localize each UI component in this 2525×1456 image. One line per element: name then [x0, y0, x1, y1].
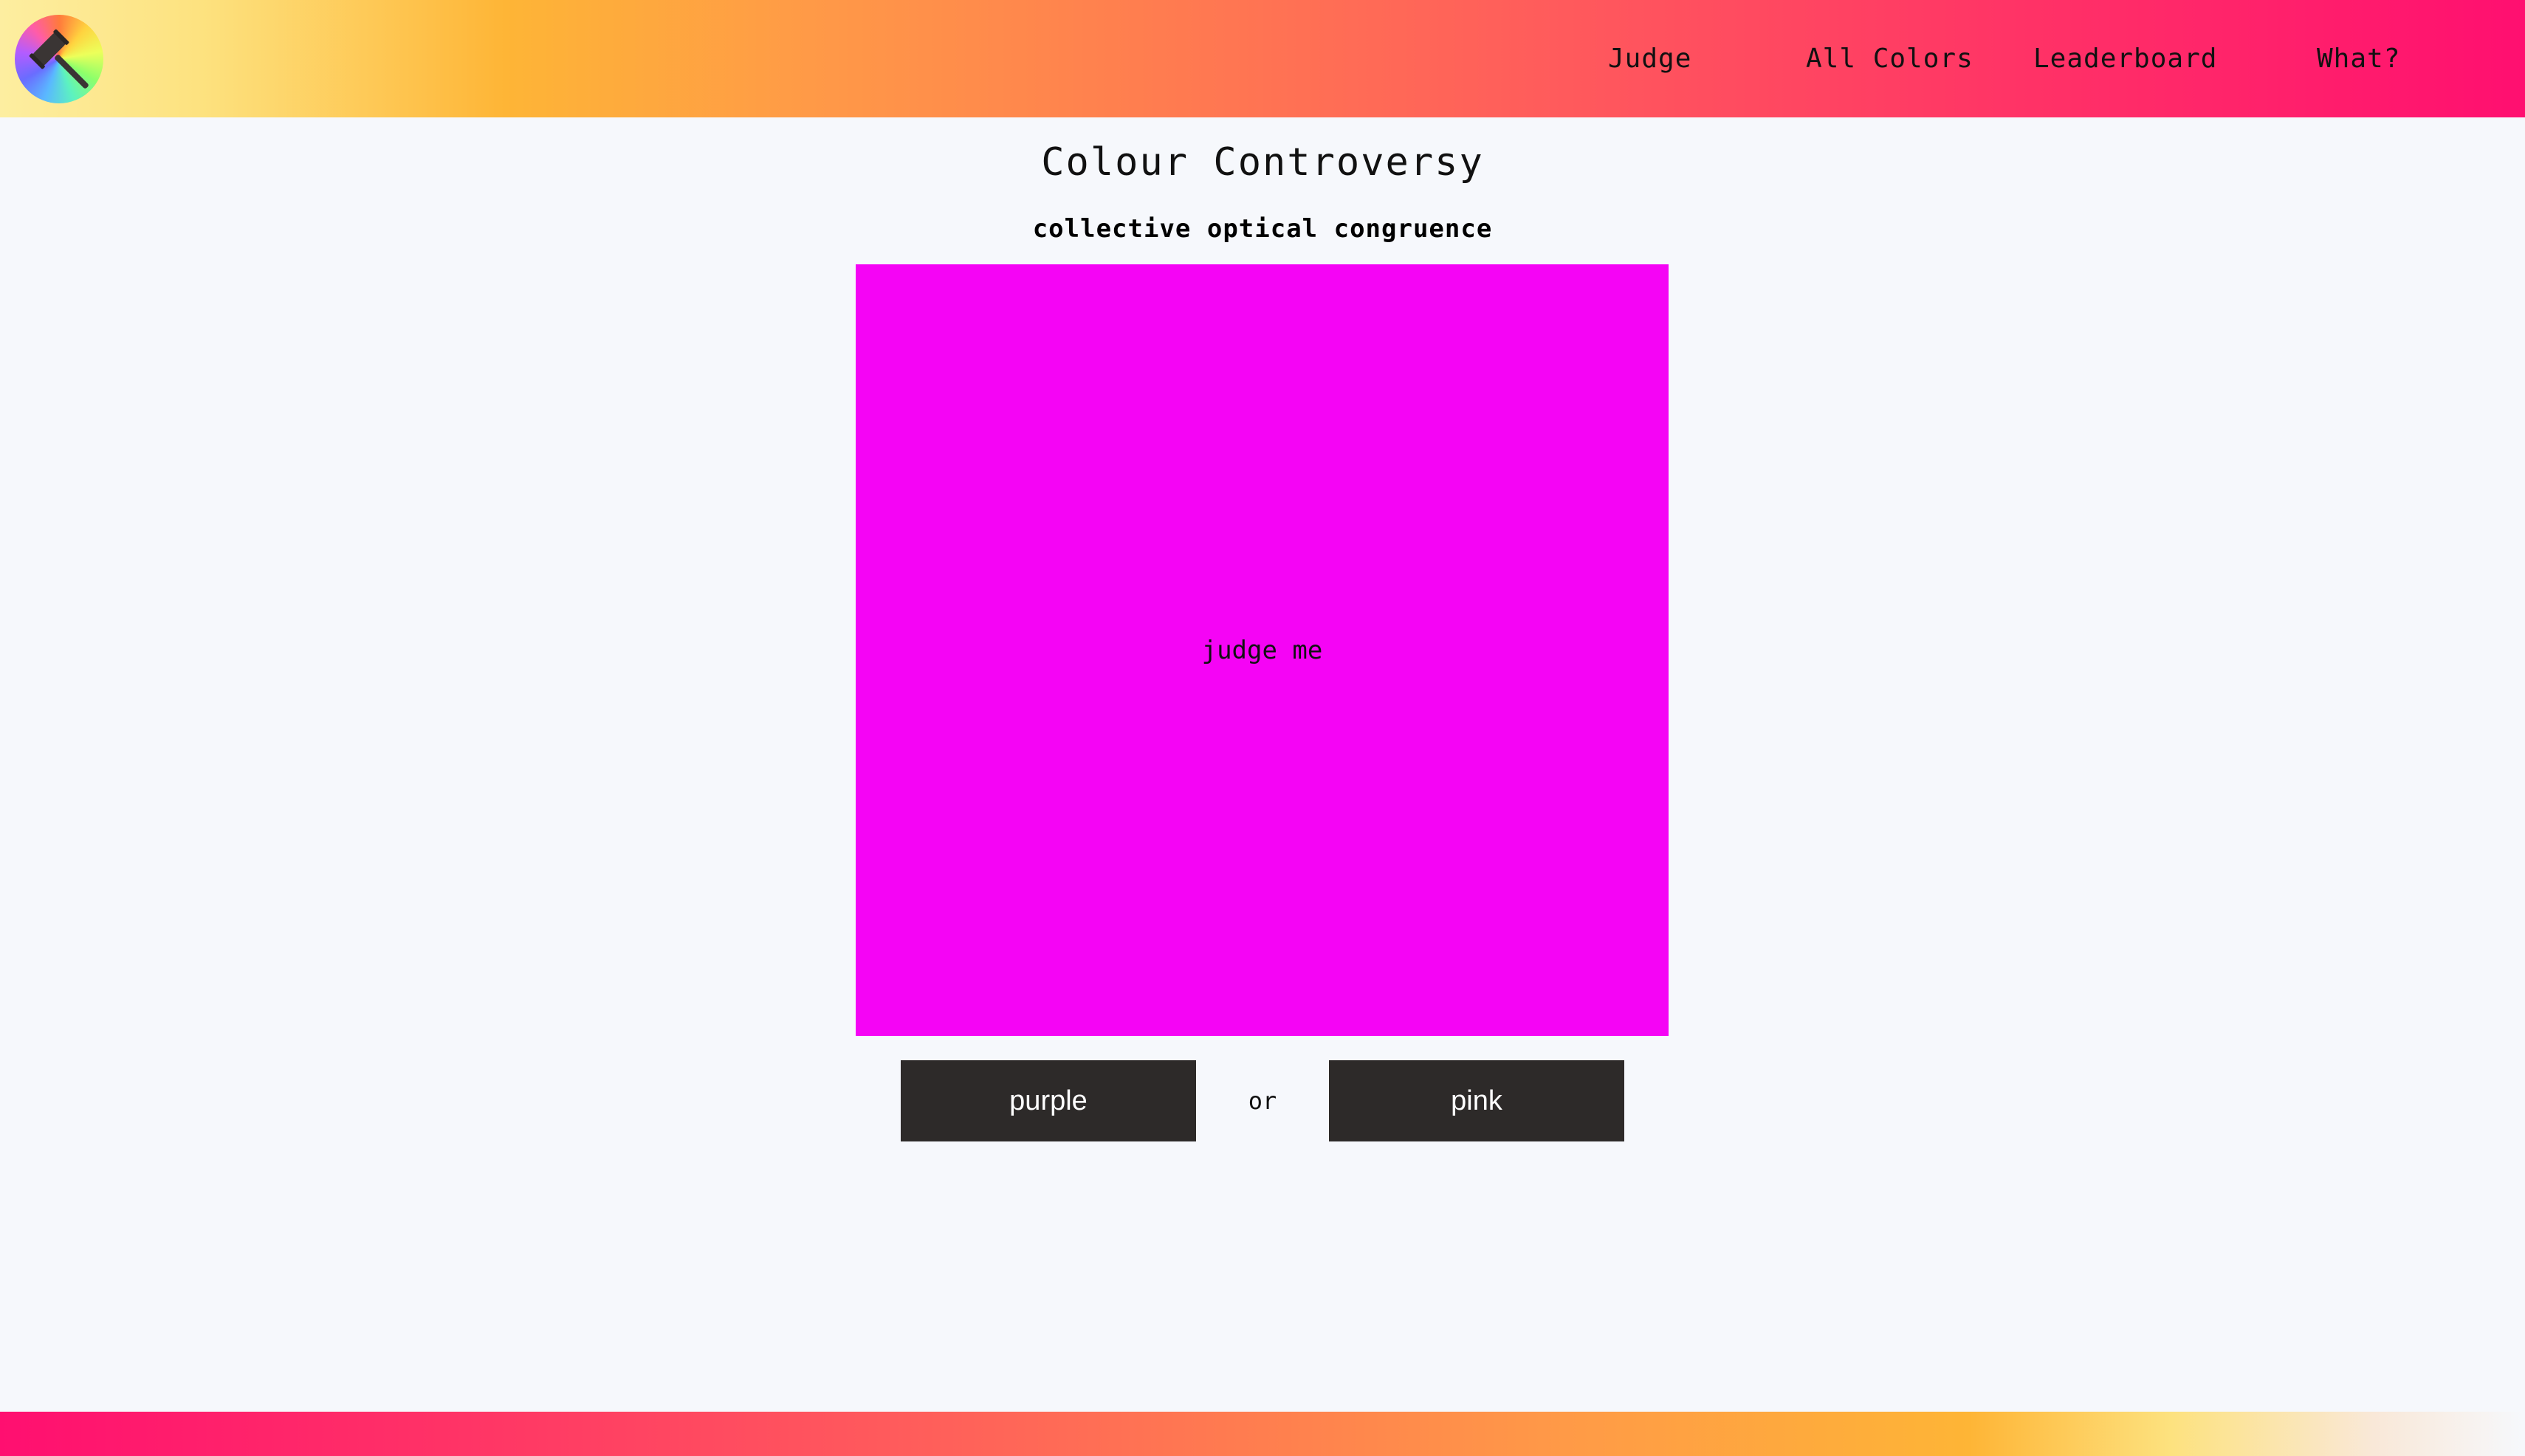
color-swatch: judge me [856, 264, 1669, 1036]
gavel-color-wheel-icon[interactable] [15, 15, 103, 103]
header-bar: Judge All Colors Leaderboard What? [0, 0, 2525, 117]
footer-gradient-bar [0, 1412, 2525, 1456]
swatch-label: judge me [1201, 635, 1323, 665]
pink-button[interactable]: pink [1329, 1060, 1624, 1141]
nav-all-colors[interactable]: All Colors [1806, 0, 1973, 117]
page: Judge All Colors Leaderboard What? Colou… [0, 0, 2525, 1456]
nav-leaderboard[interactable]: Leaderboard [2033, 0, 2217, 117]
or-separator: or [1248, 1087, 1277, 1115]
nav-judge[interactable]: Judge [1608, 0, 1691, 117]
nav-what[interactable]: What? [2317, 0, 2400, 117]
purple-button[interactable]: purple [901, 1060, 1196, 1141]
page-title: Colour Controversy [1041, 140, 1484, 185]
page-subtitle: collective optical congruence [1032, 214, 1493, 244]
